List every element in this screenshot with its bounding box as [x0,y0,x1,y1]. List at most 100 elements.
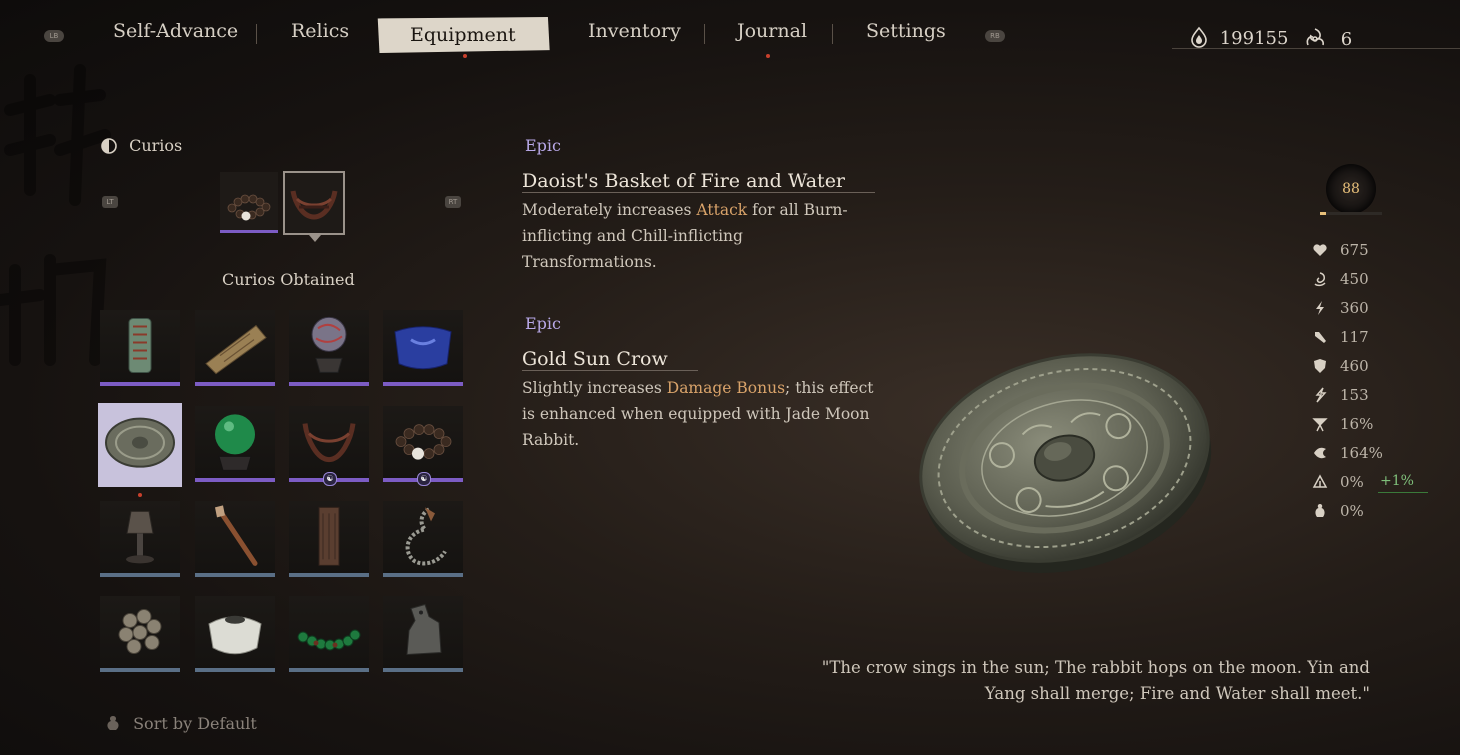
stamina-bolt-icon [1316,301,1324,315]
stat-crit-damage: 164% [1308,443,1458,465]
stat-crit-chance: 16% [1308,414,1458,436]
item-1-description: Moderately increases Attack for all Burn… [522,201,848,271]
equipped-curio-slot-1[interactable] [220,172,278,233]
epic-rarity-bar [289,382,369,386]
epic-rarity-bar [195,382,275,386]
blue-jar-icon [394,326,452,370]
stat-attack: 117 [1308,327,1458,349]
curio-jade-tablet[interactable] [100,310,180,386]
crit-damage-icon [1314,447,1326,459]
curio-white-jar[interactable] [195,596,275,672]
green-beads-icon [297,629,361,651]
defense-shield-icon [1314,359,1326,373]
curio-bronze-mirror[interactable] [98,403,182,497]
bronze-mirror-artwork [919,353,1212,573]
item-1-name: Daoist's Basket of Fire and Water [522,170,876,193]
curio-bamboo-scroll[interactable] [195,310,275,386]
tab-settings[interactable]: Settings [866,20,946,42]
resistance-bonus: +1% [1380,473,1414,489]
attack-icon [1315,332,1326,343]
rb-button-badge[interactable]: RB [985,30,1005,42]
equipped-yin-yang-icon: ☯ [323,472,337,486]
stat-gourd: 0% [1308,501,1458,523]
curio-green-pearl[interactable] [195,406,275,482]
painted-orb-icon [311,316,347,373]
currency-underline [1172,48,1460,49]
spirit-amount: 6 [1340,29,1353,50]
tab-inventory[interactable]: Inventory [588,20,681,42]
nav-divider [704,24,705,44]
gourd-icon [1315,504,1325,517]
epic-rarity-bar [220,230,278,233]
curio-blue-jar[interactable] [383,310,463,386]
bronze-mirror-icon [105,417,175,468]
item-2-name: Gold Sun Crow [522,348,698,371]
new-item-dot [138,493,142,497]
bonus-underline [1378,492,1428,493]
tab-equipment[interactable]: Equipment [377,17,550,53]
wooden-brush-icon [215,505,258,566]
woven-basket-icon [302,423,356,463]
character-level: 88 [1326,164,1376,214]
nav-divider [256,24,257,44]
bamboo-scroll-icon [205,324,267,375]
stat-mana: 450 [1308,269,1458,291]
lb-button-badge[interactable]: LB [44,30,64,42]
curio-woven-basket[interactable]: ☯ [289,406,369,486]
curio-incense-burner[interactable] [100,501,180,577]
tab-self-advance[interactable]: Self-Advance [113,20,238,42]
mana-swirl-icon [1314,272,1326,287]
curio-bone-chain[interactable] [383,501,463,577]
rare-rarity-bar [383,668,463,672]
curio-prayer-beads[interactable]: ☯ [383,406,463,486]
flavor-quote: "The crow sings in the sun; The rabbit h… [821,658,1370,703]
nav-divider [832,24,833,44]
item-1-highlight: Attack [696,201,748,219]
level-progress-fill [1320,212,1327,215]
rare-rarity-bar [195,668,275,672]
heart-icon [1313,244,1327,256]
stone-beast-icon [406,603,442,656]
silver-bells-icon [118,609,162,655]
rare-rarity-bar [383,573,463,577]
will-flame-icon [1191,26,1207,48]
item-2-highlight: Damage Bonus [666,379,786,397]
stat-stamina: 360 [1308,298,1458,320]
tab-relics[interactable]: Relics [291,20,349,42]
curio-wooden-brush[interactable] [195,501,275,577]
rare-rarity-bar [100,573,180,577]
prayer-beads-icon [395,424,452,460]
epic-rarity-bar [383,382,463,386]
stat-defense: 460 [1308,356,1458,378]
resistance-icon [1312,474,1328,488]
prayer-beads-icon [227,194,271,221]
curio-green-beads[interactable] [289,596,369,672]
level-progress-bar [1320,212,1382,215]
rare-rarity-bar [100,668,180,672]
woven-basket-icon [290,190,338,220]
wood-carving-icon [318,506,340,566]
curio-stone-beast[interactable] [383,596,463,672]
epic-rarity-bar [195,478,275,482]
spirit-currency: 6 [1303,26,1352,50]
white-jar-icon [208,615,262,655]
curio-silver-bells[interactable] [100,596,180,672]
curio-painted-orb[interactable] [289,310,369,386]
sort-label: Sort by Default [133,714,257,733]
rare-rarity-bar [289,668,369,672]
equipped-yin-yang-icon: ☯ [417,472,431,486]
rt-button-badge[interactable]: RT [445,196,461,208]
item-1-rarity: Epic [525,136,561,155]
stat-health: 675 [1308,240,1458,262]
rare-rarity-bar [195,573,275,577]
lt-button-badge[interactable]: LT [102,196,118,208]
item-2-description: Slightly increases Damage Bonus; this ef… [522,379,874,449]
curio-wood-carving[interactable] [289,501,369,577]
equipped-curio-slot-2[interactable] [283,171,345,242]
incense-burner-icon [126,510,154,564]
green-pearl-icon [215,414,255,471]
sort-control[interactable]: Sort by Default [104,714,257,733]
jade-tablet-icon [128,318,152,374]
tab-journal[interactable]: Journal [737,20,807,42]
selection-pointer [309,235,321,242]
